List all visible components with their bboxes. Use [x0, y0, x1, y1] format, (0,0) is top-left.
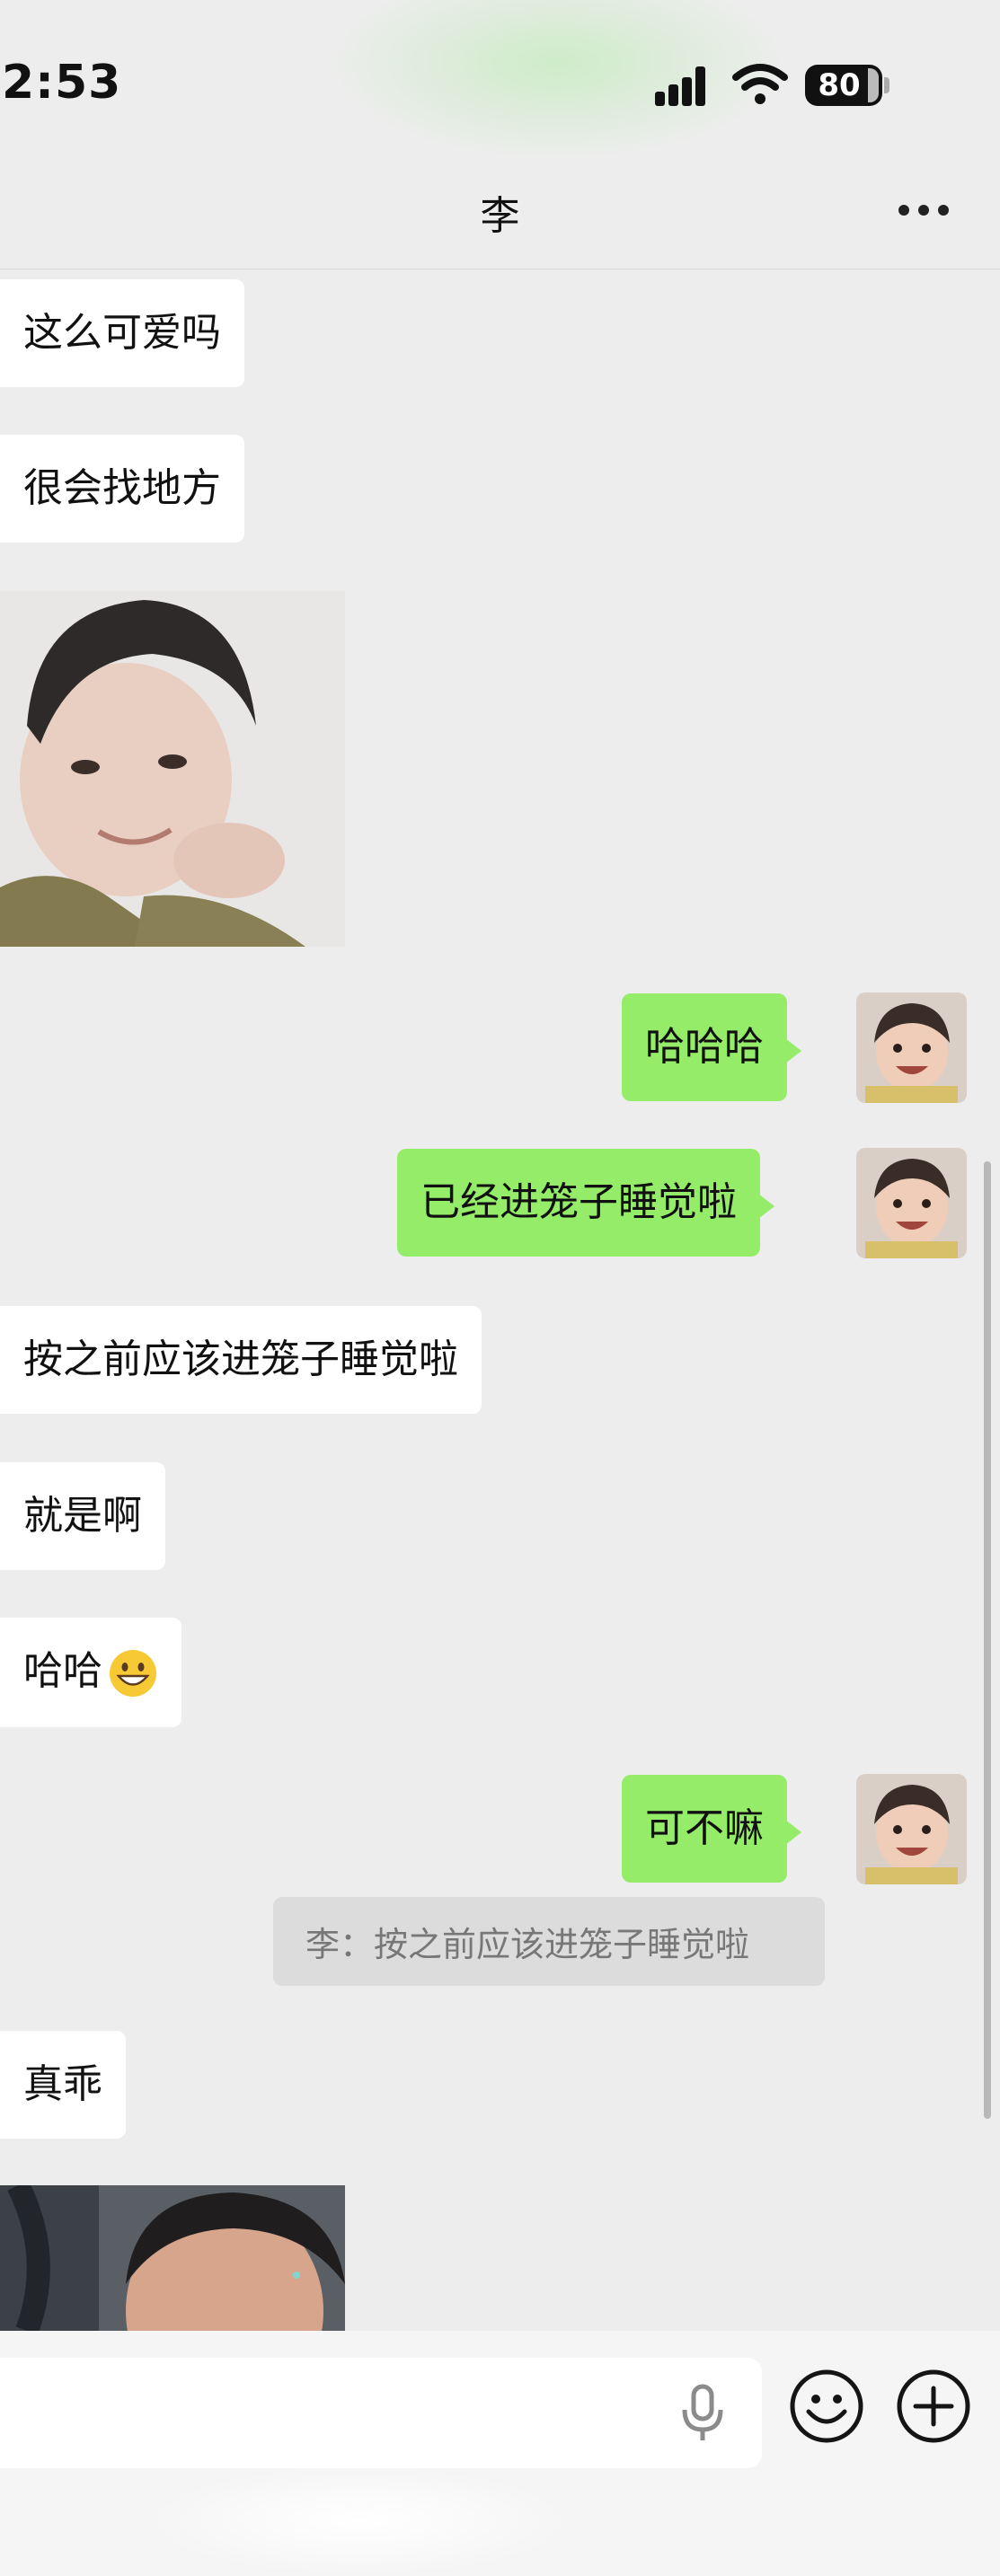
status-bar: 2:53 80	[0, 0, 1000, 171]
microphone-icon[interactable]	[677, 2383, 728, 2442]
signal-icon	[655, 66, 714, 106]
message-text: 真乖	[23, 2061, 102, 2107]
message-text: 这么可爱吗	[23, 310, 221, 356]
message-text: 就是啊	[23, 1493, 142, 1539]
more-icon[interactable]	[898, 205, 951, 219]
message-image[interactable]	[0, 591, 345, 947]
chat-header: 李	[0, 171, 1000, 269]
message-input[interactable]	[0, 2358, 762, 2468]
avatar[interactable]	[856, 1148, 967, 1258]
quoted-message[interactable]: 李：按之前应该进笼子睡觉啦	[273, 1897, 825, 1986]
quote-text: 李：按之前应该进笼子睡觉啦	[305, 1925, 750, 1964]
avatar[interactable]	[856, 1774, 967, 1884]
input-bar	[0, 2331, 1000, 2576]
message-received[interactable]: 很会找地方	[0, 435, 244, 543]
message-list[interactable]: 这么可爱吗 很会找地方 哈哈哈 已经进笼子睡觉啦 按之前应该进笼子睡觉啦 就是啊…	[0, 270, 1000, 2331]
message-sent[interactable]: 已经进笼子睡觉啦	[397, 1149, 774, 1257]
message-text: 按之前应该进笼子睡觉啦	[23, 1337, 458, 1382]
status-time: 2:53	[2, 56, 122, 110]
smiley-icon[interactable]	[789, 2369, 864, 2444]
battery-level: 80	[818, 67, 861, 103]
message-received[interactable]: 真乖	[0, 2031, 126, 2139]
message-received[interactable]: 这么可爱吗	[0, 279, 244, 387]
plus-icon[interactable]	[896, 2369, 971, 2444]
message-text: 可不嘛	[645, 1805, 764, 1851]
wifi-icon	[732, 64, 788, 104]
message-received[interactable]: 哈哈	[0, 1618, 181, 1727]
message-image[interactable]	[0, 2185, 345, 2331]
message-received[interactable]: 就是啊	[0, 1462, 165, 1570]
message-received[interactable]: 按之前应该进笼子睡觉啦	[0, 1306, 482, 1414]
message-text: 已经进笼子睡觉啦	[420, 1179, 737, 1225]
child-photo	[0, 2185, 345, 2331]
message-text: 哈哈	[23, 1648, 102, 1694]
grinning-face-icon	[110, 1650, 156, 1697]
child-photo	[0, 591, 345, 947]
battery-icon: 80	[805, 65, 889, 106]
scrollbar[interactable]	[984, 1161, 991, 2119]
message-text: 哈哈哈	[645, 1024, 764, 1070]
message-text: 很会找地方	[23, 465, 221, 511]
chat-title: 李	[480, 193, 520, 239]
message-sent[interactable]: 可不嘛	[622, 1775, 801, 1883]
avatar[interactable]	[856, 992, 967, 1103]
message-sent[interactable]: 哈哈哈	[622, 993, 801, 1101]
